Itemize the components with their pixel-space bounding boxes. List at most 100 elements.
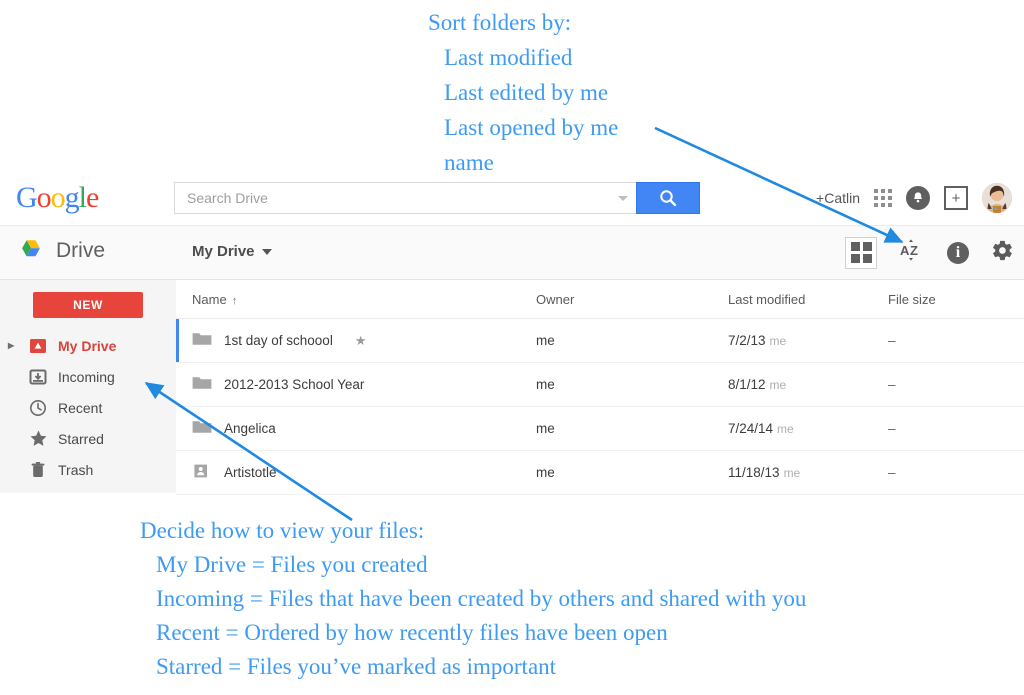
- shared-folder-glyph: [194, 464, 207, 478]
- google-drive-screenshot: Google +Catlin: [0, 171, 1024, 495]
- table-row[interactable]: 2012-2013 School Year me 8/1/12 me –: [176, 363, 1024, 407]
- owner-cell: me: [536, 465, 555, 480]
- search-button[interactable]: [636, 182, 700, 214]
- sidebar-label-incoming: Incoming: [58, 368, 115, 385]
- google-top-bar: Google +Catlin: [0, 171, 1024, 226]
- account-name-label[interactable]: +Catlin: [816, 190, 860, 206]
- breadcrumb-my-drive[interactable]: My Drive: [192, 243, 272, 260]
- file-name-label: Artistotle: [224, 465, 277, 480]
- last-modified-by: me: [769, 378, 787, 392]
- search-bar: [174, 182, 700, 214]
- google-bar-right: +Catlin +: [816, 171, 1012, 225]
- file-name-label: Angelica: [224, 421, 276, 436]
- column-header-file-size[interactable]: File size: [888, 292, 1008, 307]
- avatar-photo: [982, 183, 1012, 213]
- grid-view-icon[interactable]: [845, 236, 877, 269]
- new-button[interactable]: NEW: [33, 292, 143, 318]
- last-modified-by: me: [769, 334, 787, 348]
- sidebar-item-trash[interactable]: Trash: [0, 454, 176, 485]
- search-input[interactable]: [185, 189, 586, 207]
- sidebar: NEW ▶ My Drive Incoming Recent Starred T…: [0, 280, 176, 493]
- file-name-label: 1st day of schoool: [224, 333, 333, 348]
- owner-cell: me: [536, 377, 555, 392]
- last-modified-date: 7/24/14: [728, 421, 774, 436]
- file-size-cell: –: [888, 421, 896, 436]
- star-icon: [28, 429, 48, 449]
- owner-cell: me: [536, 333, 555, 348]
- sort-ascending-icon: ↑: [231, 294, 238, 307]
- annotation-sort-option-1: Last modified: [444, 45, 573, 70]
- annotation-view-starred: Starred = Files you’ve marked as importa…: [156, 654, 557, 679]
- sort-az-icon[interactable]: A Z: [899, 237, 925, 268]
- last-modified-date: 7/2/13: [728, 333, 766, 348]
- annotation-views-title: Decide how to view your files:: [140, 518, 425, 543]
- folder-icon: [192, 331, 212, 350]
- table-row[interactable]: 1st day of schoool ★ me 7/2/13 me –: [176, 319, 1024, 363]
- star-glyph: [30, 430, 46, 446]
- info-icon[interactable]: i: [947, 241, 969, 264]
- file-name-cell: 2012-2013 School Year: [176, 375, 536, 394]
- annotation-sort-option-3: Last opened by me: [444, 115, 619, 140]
- file-size-cell: –: [888, 333, 896, 348]
- star-icon[interactable]: ★: [355, 333, 367, 349]
- last-modified-cell: 7/2/13 me: [728, 333, 888, 348]
- sidebar-label-my-drive: My Drive: [58, 337, 117, 354]
- drive-body: NEW ▶ My Drive Incoming Recent Starred T…: [0, 280, 1024, 495]
- search-icon: [660, 190, 677, 207]
- search-options-caret-icon[interactable]: [618, 196, 628, 201]
- column-header-last-modified[interactable]: Last modified: [728, 292, 888, 307]
- last-modified-cell: 8/1/12 me: [728, 377, 888, 392]
- file-list-header: Name ↑ Owner Last modified File size: [176, 280, 1024, 319]
- folder-icon: [192, 419, 212, 438]
- table-row[interactable]: Artistotle me 11/18/13 me –: [176, 451, 1024, 495]
- clock-glyph: [30, 399, 46, 416]
- file-size-cell: –: [888, 377, 896, 392]
- sidebar-item-incoming[interactable]: Incoming: [0, 361, 176, 392]
- column-header-name[interactable]: Name ↑: [176, 292, 536, 307]
- last-modified-date: 11/18/13: [728, 465, 780, 480]
- sidebar-label-trash: Trash: [58, 461, 94, 478]
- trash-glyph: [31, 461, 45, 477]
- table-row[interactable]: Angelica me 7/24/14 me –: [176, 407, 1024, 451]
- column-header-owner[interactable]: Owner: [536, 292, 728, 307]
- drive-folder-glyph: [30, 338, 46, 353]
- annotation-view-mydrive: My Drive = Files you created: [156, 552, 428, 577]
- settings-gear-icon[interactable]: [991, 239, 1014, 267]
- file-name-cell: Angelica: [176, 419, 536, 438]
- file-list: Name ↑ Owner Last modified File size 1st…: [176, 280, 1024, 495]
- bell-icon[interactable]: [906, 186, 930, 210]
- bell-glyph: [913, 192, 923, 203]
- drive-icon: [28, 336, 48, 356]
- gear-glyph: [993, 240, 1012, 260]
- shared-folder-icon: [192, 463, 212, 482]
- incoming-icon: [28, 367, 48, 387]
- clock-icon: [28, 398, 48, 418]
- last-modified-by: me: [777, 422, 794, 436]
- file-name-cell: Artistotle: [176, 463, 536, 482]
- sidebar-label-recent: Recent: [58, 399, 103, 416]
- annotation-sort-option-2: Last edited by me: [444, 80, 609, 105]
- folder-glyph: [192, 421, 212, 433]
- sidebar-item-starred[interactable]: Starred: [0, 423, 176, 454]
- owner-cell: me: [536, 421, 555, 436]
- drive-toolbar-actions: A Z i: [845, 226, 1014, 279]
- search-box[interactable]: [174, 182, 636, 214]
- sidebar-label-starred: Starred: [58, 430, 104, 447]
- trash-icon: [28, 460, 48, 480]
- annotation-view-incoming: Incoming = Files that have been created …: [156, 586, 807, 611]
- avatar[interactable]: [982, 183, 1012, 213]
- sidebar-item-my-drive[interactable]: ▶ My Drive: [0, 330, 176, 361]
- drive-toolbar: Drive My Drive A Z i: [0, 226, 1024, 280]
- expand-triangle-icon[interactable]: ▶: [8, 341, 18, 350]
- svg-text:A: A: [900, 243, 910, 258]
- file-size-cell: –: [888, 465, 896, 480]
- sidebar-item-recent[interactable]: Recent: [0, 392, 176, 423]
- incoming-glyph: [29, 369, 47, 384]
- drive-brand[interactable]: Drive: [18, 239, 105, 263]
- file-name-label: 2012-2013 School Year: [224, 377, 365, 392]
- svg-text:Z: Z: [910, 243, 918, 258]
- slide-canvas: Sort folders by: Last modified Last edit…: [0, 0, 1024, 695]
- apps-grid-icon[interactable]: [874, 189, 892, 207]
- share-icon[interactable]: +: [944, 186, 968, 210]
- drive-product-label: Drive: [56, 239, 106, 262]
